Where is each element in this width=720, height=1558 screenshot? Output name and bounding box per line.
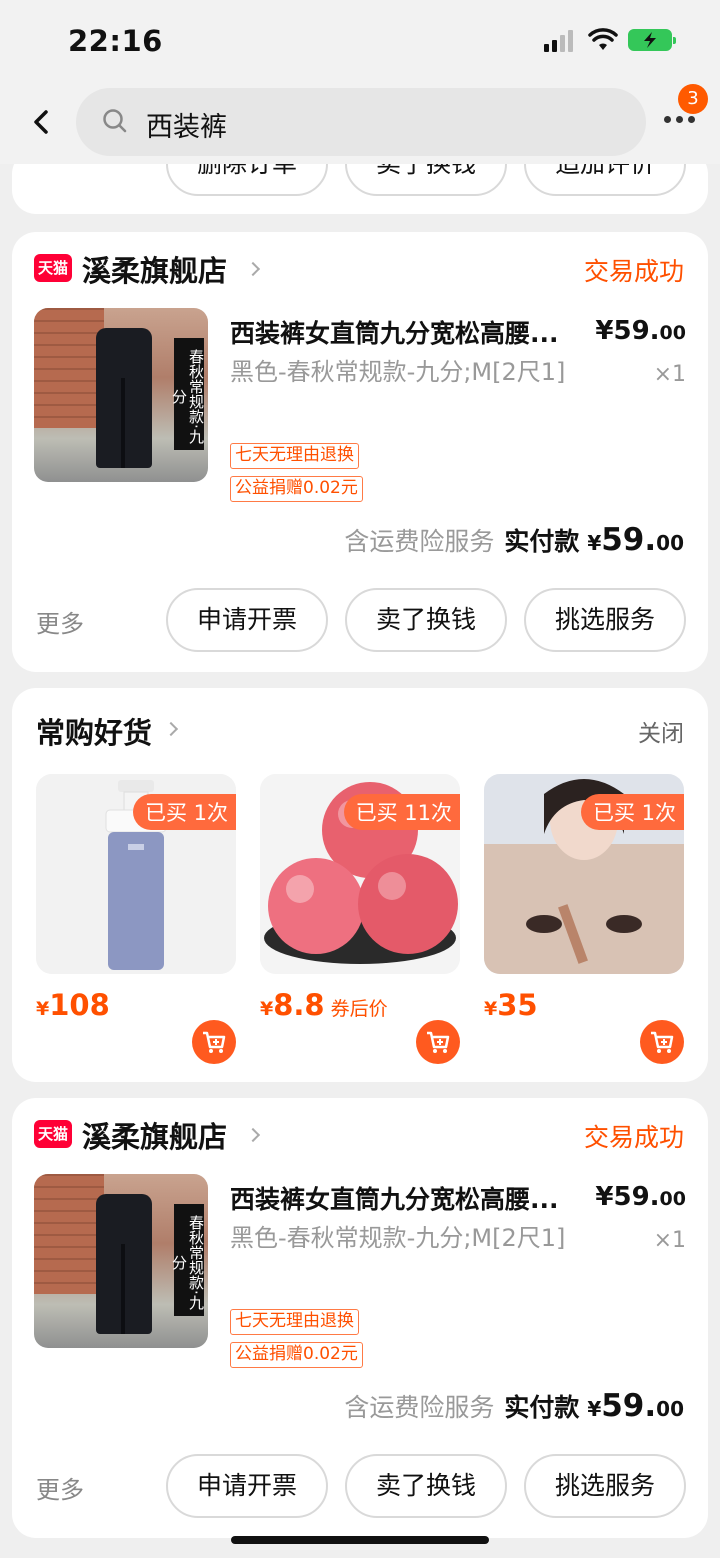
currency-symbol: ¥ (587, 1397, 602, 1421)
quantity: ×1 (653, 362, 686, 387)
clock: 22:16 (68, 24, 163, 58)
section-title[interactable]: 常购好货 (36, 710, 152, 752)
price-decimal: 00 (659, 322, 686, 344)
search-query: 西装裤 (146, 112, 227, 143)
coupon-price-label: 券后价 (330, 998, 388, 1020)
more-options-icon[interactable] (664, 116, 695, 123)
product-spec: 黑色-春秋常规款-九分;M[2尺1] (230, 358, 566, 386)
shop-name[interactable]: 溪柔旗舰店 (82, 248, 227, 290)
wifi-icon (588, 28, 618, 50)
invoice-button[interactable]: 申请开票 (166, 588, 328, 652)
paid-amount: 59. (601, 522, 657, 558)
order-card[interactable]: 天猫 溪柔旗舰店 交易成功 春秋常规款·九分 西装裤女直筒九分宽松高腰... ¥… (12, 232, 708, 672)
return-policy-tag: 七天无理由退换 (230, 443, 359, 469)
return-policy-tag: 七天无理由退换 (230, 1309, 359, 1335)
charity-tag: 公益捐赠0.02元 (230, 476, 363, 502)
product-image[interactable]: 春秋常规款·九分 (34, 308, 208, 482)
home-indicator (231, 1536, 489, 1544)
insurance-label: 含运费险服务 (344, 1393, 495, 1422)
chevron-right-icon (163, 721, 179, 737)
status-bar: 22:16 (0, 0, 720, 80)
purchase-count-badge: 已买 1次 (132, 794, 236, 830)
product-image-tag: 春秋常规款·九分 (170, 1204, 205, 1316)
chevron-right-icon (245, 261, 261, 277)
search-input[interactable]: 西装裤 (76, 88, 646, 156)
order-status: 交易成功 (583, 1123, 684, 1152)
product-card[interactable]: 已买 1次 (484, 774, 684, 974)
product-price: ¥108 (36, 988, 110, 1022)
charity-tag: 公益捐赠0.02元 (230, 1342, 363, 1368)
sell-button[interactable]: 卖了换钱 (345, 1454, 507, 1518)
search-icon (103, 109, 127, 133)
product-image-tag: 春秋常规款·九分 (170, 338, 205, 450)
product-price: ¥59.00 (595, 1182, 686, 1212)
shop-name[interactable]: 溪柔旗舰店 (82, 1114, 227, 1156)
product-image[interactable]: 春秋常规款·九分 (34, 1174, 208, 1348)
notification-badge: 3 (678, 84, 708, 114)
product-price: ¥59.00 (595, 316, 686, 346)
paid-decimal: 00 (656, 1397, 684, 1421)
insurance-label: 含运费险服务 (344, 527, 495, 556)
paid-amount: 59. (601, 1388, 657, 1424)
select-service-button[interactable]: 挑选服务 (524, 1454, 686, 1518)
frequent-purchases-card: 常购好货 关闭 已买 1次 ¥108 已买 11次 ¥8.8 券后价 已买 1次… (12, 688, 708, 1082)
purchase-count-badge: 已买 1次 (580, 794, 684, 830)
add-to-cart-icon[interactable] (192, 1020, 236, 1064)
product-card[interactable]: 已买 11次 (260, 774, 460, 974)
add-to-cart-icon[interactable] (640, 1020, 684, 1064)
paid-label: 实付款 (504, 527, 580, 556)
product-price: ¥35 (484, 988, 538, 1022)
product-title[interactable]: 西装裤女直筒九分宽松高腰... (230, 314, 590, 350)
order-status: 交易成功 (583, 257, 684, 286)
back-icon[interactable] (28, 104, 56, 140)
paid-label: 实付款 (504, 1393, 580, 1422)
product-spec: 黑色-春秋常规款-九分;M[2尺1] (230, 1224, 566, 1252)
price-decimal: 00 (659, 1188, 686, 1210)
paid-decimal: 00 (656, 531, 684, 555)
product-title[interactable]: 西装裤女直筒九分宽松高腰... (230, 1180, 590, 1216)
product-price: ¥8.8 券后价 (260, 988, 388, 1022)
payment-summary: 含运费险服务 实付款 ¥59.00 (344, 522, 684, 558)
chevron-right-icon (245, 1127, 261, 1143)
payment-summary: 含运费险服务 实付款 ¥59.00 (344, 1388, 684, 1424)
more-link[interactable]: 更多 (36, 604, 84, 639)
price-integer: ¥59. (595, 1182, 660, 1212)
tmall-badge: 天猫 (34, 1120, 72, 1148)
search-header: 西装裤 3 (0, 80, 720, 164)
price-value: 108 (49, 988, 110, 1022)
battery-charging-icon (628, 29, 676, 51)
cellular-signal-icon (544, 30, 573, 52)
add-to-cart-icon[interactable] (416, 1020, 460, 1064)
quantity: ×1 (653, 1228, 686, 1253)
close-button[interactable]: 关闭 (638, 714, 684, 748)
order-card[interactable]: 天猫 溪柔旗舰店 交易成功 春秋常规款·九分 西装裤女直筒九分宽松高腰... ¥… (12, 1098, 708, 1538)
currency-symbol: ¥ (587, 531, 602, 555)
price-integer: ¥59. (595, 316, 660, 346)
price-value: 8.8 (273, 988, 325, 1022)
currency-symbol: ¥ (484, 998, 498, 1020)
purchase-count-badge: 已买 11次 (343, 794, 460, 830)
invoice-button[interactable]: 申请开票 (166, 1454, 328, 1518)
sell-button[interactable]: 卖了换钱 (345, 588, 507, 652)
select-service-button[interactable]: 挑选服务 (524, 588, 686, 652)
currency-symbol: ¥ (36, 998, 50, 1020)
more-link[interactable]: 更多 (36, 1470, 84, 1505)
tmall-badge: 天猫 (34, 254, 72, 282)
product-card[interactable]: 已买 1次 (36, 774, 236, 974)
price-value: 35 (497, 988, 538, 1022)
currency-symbol: ¥ (260, 998, 274, 1020)
